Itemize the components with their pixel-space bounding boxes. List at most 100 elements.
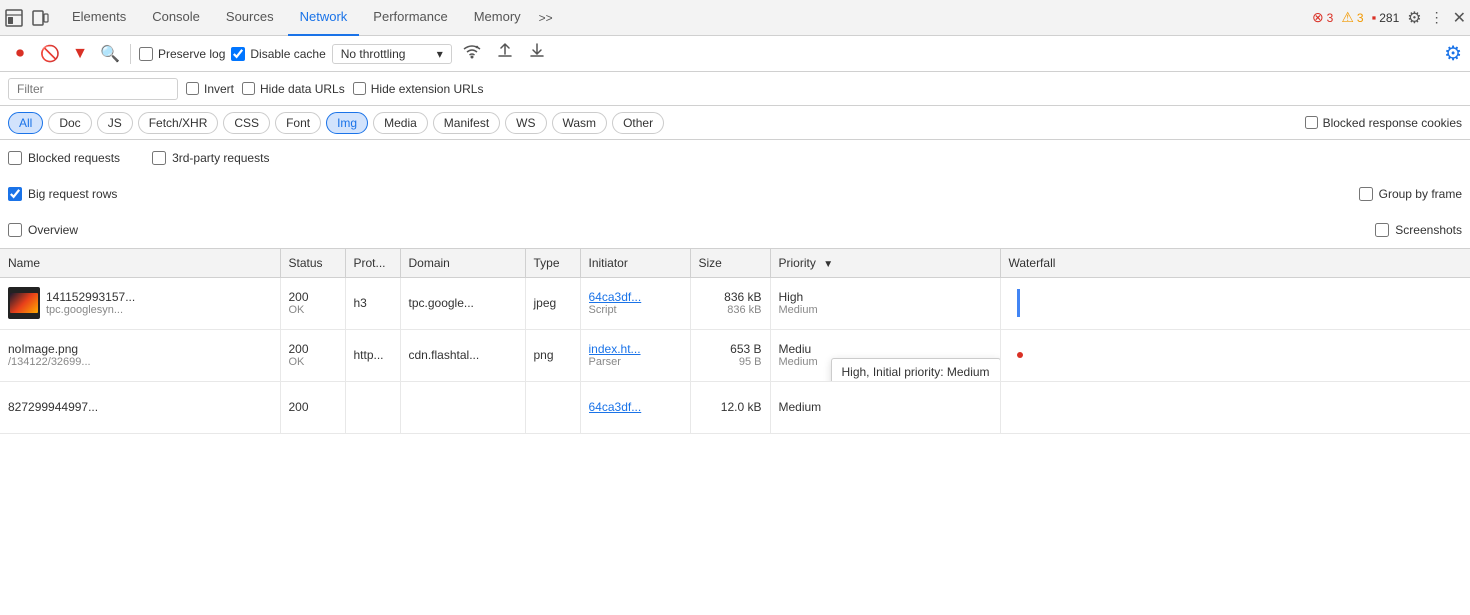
big-rows-checkbox[interactable] xyxy=(8,187,22,201)
col-header-name[interactable]: Name xyxy=(0,249,280,277)
error-badge-yellow[interactable]: ⚠ 3 xyxy=(1341,9,1363,26)
tab-performance[interactable]: Performance xyxy=(361,0,459,36)
record-button[interactable]: ⏺ xyxy=(8,42,32,66)
initiator-cell: 64ca3df... Script xyxy=(580,277,690,329)
requests-table: Name Status Prot... Domain Type Initiato… xyxy=(0,249,1470,434)
col-header-domain[interactable]: Domain xyxy=(400,249,525,277)
tab-console[interactable]: Console xyxy=(140,0,212,36)
col-header-type[interactable]: Type xyxy=(525,249,580,277)
tab-memory[interactable]: Memory xyxy=(462,0,533,36)
status-cell: 200 OK xyxy=(280,329,345,381)
preserve-log-group[interactable]: Preserve log xyxy=(139,47,225,61)
error-icon: ⊗ xyxy=(1312,9,1324,26)
overview-checkbox[interactable] xyxy=(8,223,22,237)
overview-group[interactable]: Overview xyxy=(8,223,78,237)
type-btn-ws[interactable]: WS xyxy=(505,112,546,134)
waterfall-cell xyxy=(1000,277,1470,329)
table-row[interactable]: noImage.png /134122/32699... 200 OK http… xyxy=(0,329,1470,381)
hide-data-urls-checkbox[interactable] xyxy=(242,82,255,95)
network-settings-icon[interactable]: ⚙ xyxy=(1444,41,1462,66)
col-header-status[interactable]: Status xyxy=(280,249,345,277)
error-badge-blue[interactable]: ▪ 281 xyxy=(1372,10,1400,25)
throttle-dropdown[interactable]: No throttling ▾ xyxy=(332,44,452,64)
group-by-frame-group[interactable]: Group by frame xyxy=(1359,187,1462,201)
waterfall-cell xyxy=(1000,329,1470,381)
screenshots-group[interactable]: Screenshots xyxy=(1375,223,1462,237)
type-btn-all[interactable]: All xyxy=(8,112,43,134)
group-by-frame-checkbox[interactable] xyxy=(1359,187,1373,201)
type-cell xyxy=(525,381,580,433)
info-icon: ▪ xyxy=(1372,10,1377,25)
blocked-response-cookies-group[interactable]: Blocked response cookies xyxy=(1305,116,1462,130)
tab-sources[interactable]: Sources xyxy=(214,0,286,36)
third-party-group[interactable]: 3rd-party requests xyxy=(152,151,269,165)
priority-cell: High Medium xyxy=(770,277,1000,329)
tab-network[interactable]: Network xyxy=(288,0,360,36)
download-icon[interactable] xyxy=(524,40,550,67)
waterfall-cell xyxy=(1000,381,1470,433)
col-header-initiator[interactable]: Initiator xyxy=(580,249,690,277)
type-btn-img[interactable]: Img xyxy=(326,112,368,134)
protocol-cell xyxy=(345,381,400,433)
error-badge-red[interactable]: ⊗ 3 xyxy=(1312,9,1333,26)
third-party-checkbox[interactable] xyxy=(152,151,166,165)
settings-gear-icon[interactable]: ⚙ xyxy=(1407,8,1421,28)
type-btn-css[interactable]: CSS xyxy=(223,112,270,134)
table-row[interactable]: 141152993157... tpc.googlesyn... 200 OK … xyxy=(0,277,1470,329)
domain-cell: cdn.flashtal... xyxy=(400,329,525,381)
filter-input[interactable] xyxy=(8,78,178,100)
type-btn-doc[interactable]: Doc xyxy=(48,112,91,134)
waterfall-bar xyxy=(1009,352,1463,358)
warning-icon: ⚠ xyxy=(1341,9,1354,26)
col-header-size[interactable]: Size xyxy=(690,249,770,277)
type-btn-other[interactable]: Other xyxy=(612,112,664,134)
close-icon[interactable]: ✕ xyxy=(1453,8,1466,28)
priority-sort-icon: ▼ xyxy=(823,259,833,270)
hide-ext-urls-group[interactable]: Hide extension URLs xyxy=(353,82,484,96)
more-options-icon[interactable]: ⋮ xyxy=(1430,9,1445,26)
priority-cell: Medium xyxy=(770,381,1000,433)
tab-elements[interactable]: Elements xyxy=(60,0,138,36)
type-btn-manifest[interactable]: Manifest xyxy=(433,112,500,134)
wifi-settings-icon[interactable] xyxy=(458,41,486,66)
upload-icon[interactable] xyxy=(492,40,518,67)
size-cell: 12.0 kB xyxy=(690,381,770,433)
blocked-cookies-checkbox[interactable] xyxy=(1305,116,1318,129)
device-icon[interactable] xyxy=(30,8,50,28)
type-btn-media[interactable]: Media xyxy=(373,112,428,134)
name-text: 827299944997... xyxy=(8,400,272,414)
name-cell: 141152993157... tpc.googlesyn... xyxy=(0,277,280,329)
name-cell: 827299944997... xyxy=(0,381,280,433)
invert-checkbox[interactable] xyxy=(186,82,199,95)
protocol-cell: http... xyxy=(345,329,400,381)
type-btn-js[interactable]: JS xyxy=(97,112,133,134)
size-cell: 653 B 95 B xyxy=(690,329,770,381)
disable-cache-checkbox[interactable] xyxy=(231,47,245,61)
hide-ext-urls-checkbox[interactable] xyxy=(353,82,366,95)
disable-cache-group[interactable]: Disable cache xyxy=(231,47,325,61)
type-btn-wasm[interactable]: Wasm xyxy=(552,112,608,134)
type-btn-fetchxhr[interactable]: Fetch/XHR xyxy=(138,112,219,134)
preserve-log-checkbox[interactable] xyxy=(139,47,153,61)
filter-icon-button[interactable]: ▼ xyxy=(68,42,92,66)
table-row[interactable]: 827299944997... 200 64ca3df... 12.0 kB xyxy=(0,381,1470,433)
search-button[interactable]: 🔍 xyxy=(98,42,122,66)
big-rows-group[interactable]: Big request rows xyxy=(8,187,117,201)
hide-data-urls-group[interactable]: Hide data URLs xyxy=(242,82,345,96)
tab-more-button[interactable]: >> xyxy=(539,11,553,25)
table-header-row: Name Status Prot... Domain Type Initiato… xyxy=(0,249,1470,277)
filter-row: Invert Hide data URLs Hide extension URL… xyxy=(0,72,1470,106)
waterfall-dot xyxy=(1017,352,1023,358)
col-header-priority[interactable]: Priority ▼ xyxy=(770,249,1000,277)
network-toolbar: ⏺ 🚫 ▼ 🔍 Preserve log Disable cache No th… xyxy=(0,36,1470,72)
blocked-requests-group[interactable]: Blocked requests xyxy=(8,151,120,165)
screenshots-checkbox[interactable] xyxy=(1375,223,1389,237)
type-btn-font[interactable]: Font xyxy=(275,112,321,134)
blocked-requests-checkbox[interactable] xyxy=(8,151,22,165)
invert-group[interactable]: Invert xyxy=(186,82,234,96)
col-header-protocol[interactable]: Prot... xyxy=(345,249,400,277)
dock-icon[interactable] xyxy=(4,8,24,28)
col-header-waterfall[interactable]: Waterfall xyxy=(1000,249,1470,277)
clear-button[interactable]: 🚫 xyxy=(38,42,62,66)
options-row-3: Overview Screenshots xyxy=(0,212,1470,248)
